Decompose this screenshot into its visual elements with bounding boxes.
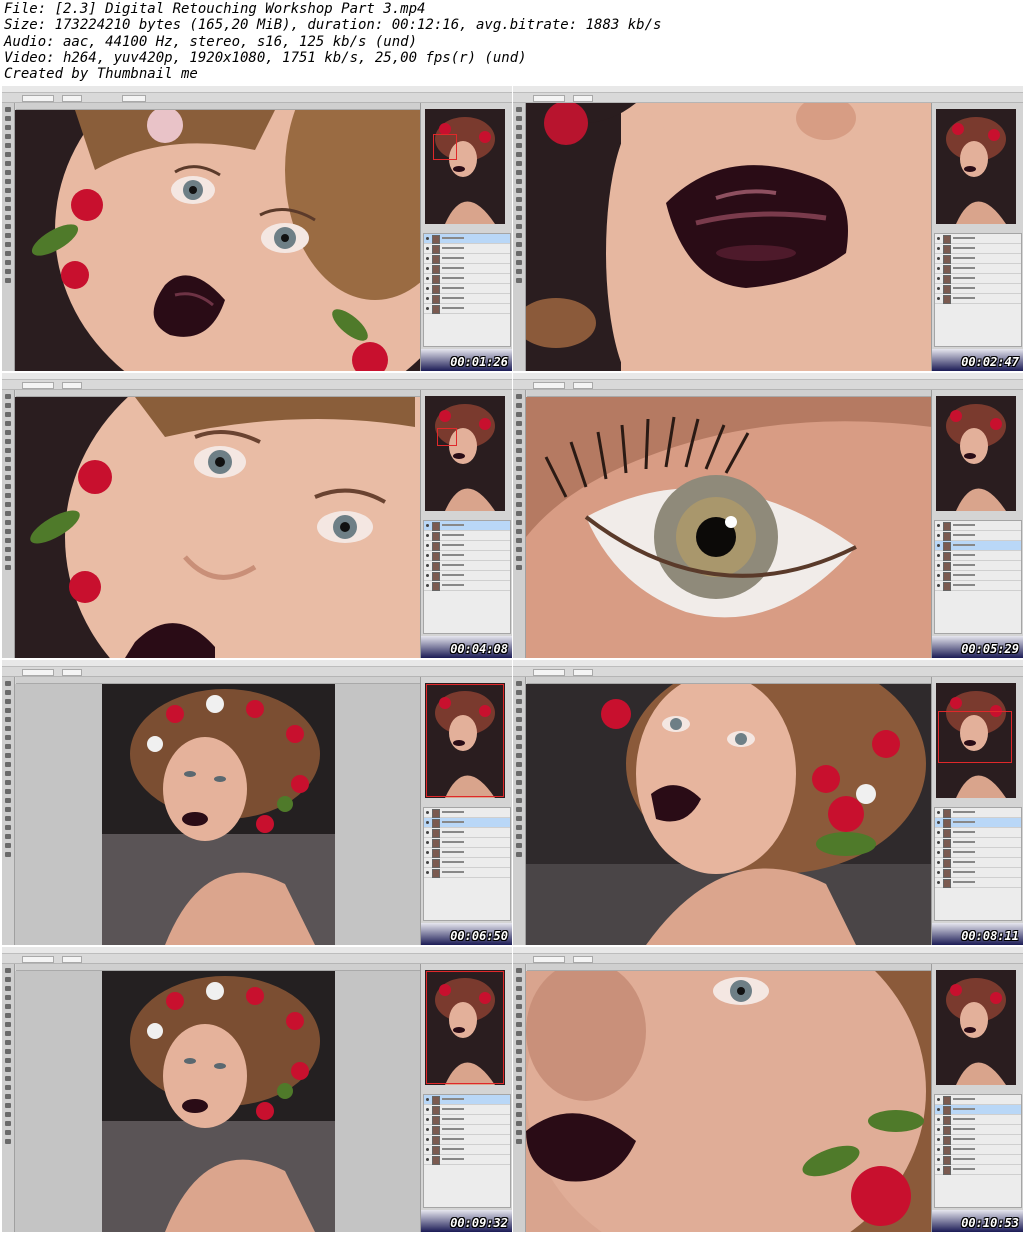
timestamp-label: 00:02:47 [961, 355, 1019, 369]
ps-right-panels [420, 390, 512, 658]
ps-menubar [513, 373, 1023, 380]
ps-options-bar [513, 667, 1023, 677]
ps-options-bar [2, 954, 512, 964]
audio-info-line: Audio: aac, 44100 Hz, stereo, s16, 125 k… [4, 34, 418, 50]
ps-canvas [526, 397, 931, 658]
full-portrait-image [15, 971, 420, 1232]
ps-canvas [526, 971, 931, 1232]
layers-panel [423, 233, 511, 347]
navigator-panel [936, 109, 1016, 224]
ps-canvas [15, 110, 420, 371]
navigator-panel [425, 683, 505, 798]
thumbnail-1[interactable]: 00:01:26 [2, 86, 512, 371]
ps-document-tab [16, 964, 420, 971]
ps-document-tab [16, 103, 420, 110]
ps-document-tab [527, 964, 931, 971]
navigator-panel [425, 970, 505, 1085]
layers-panel [423, 520, 511, 634]
timestamp-label: 00:04:08 [450, 642, 508, 656]
ps-menubar [2, 86, 512, 93]
thumbnail-2[interactable]: 00:02:47 [513, 86, 1023, 371]
file-name-line: File: [2.3] Digital Retouching Workshop … [4, 1, 426, 17]
layers-panel [934, 807, 1022, 921]
zoomed-portrait-image [526, 684, 931, 945]
navigator-panel [936, 683, 1016, 798]
layers-panel [423, 807, 511, 921]
ps-menubar [513, 947, 1023, 954]
ps-canvas [15, 684, 420, 945]
eye-macro-image [526, 397, 931, 658]
ps-options-bar [2, 667, 512, 677]
ps-menubar [513, 660, 1023, 667]
ps-toolbox [513, 103, 526, 371]
navigator-panel [936, 396, 1016, 511]
ps-document-tab [16, 677, 420, 684]
navigator-panel [425, 396, 505, 511]
thumbnail-7[interactable]: 00:09:32 [2, 947, 512, 1232]
face-closeup-image [15, 110, 420, 371]
ps-toolbox [2, 103, 15, 371]
ps-canvas [526, 684, 931, 945]
ps-right-panels [420, 677, 512, 945]
layers-panel [934, 1094, 1022, 1208]
file-size-line: Size: 173224210 bytes (165,20 MiB), dura… [4, 17, 662, 33]
ps-menubar [2, 660, 512, 667]
timestamp-label: 00:05:29 [961, 642, 1019, 656]
ps-document-tab [16, 390, 420, 397]
ps-toolbox [513, 390, 526, 658]
thumbnail-8[interactable]: 00:10:53 [513, 947, 1023, 1232]
ps-document-tab [527, 390, 931, 397]
eyes-nose-image [15, 397, 420, 658]
timestamp-label: 00:06:50 [450, 929, 508, 943]
ps-options-bar [513, 954, 1023, 964]
ps-options-bar [2, 380, 512, 390]
ps-menubar [2, 947, 512, 954]
ps-toolbox [2, 677, 15, 945]
created-by-line: Created by Thumbnail me [4, 66, 198, 82]
layers-panel [934, 233, 1022, 347]
file-info-header: File: [2.3] Digital Retouching Workshop … [0, 0, 1024, 84]
timestamp-label: 00:10:53 [961, 1216, 1019, 1230]
ps-options-bar [513, 380, 1023, 390]
ps-toolbox [513, 964, 526, 1232]
ps-right-panels [931, 390, 1023, 658]
thumbnail-grid: 00:01:26 00:02:47 00:04:08 00:05:29 00:0… [0, 84, 1024, 1233]
layers-panel [934, 520, 1022, 634]
navigator-panel [936, 970, 1016, 1085]
ps-right-panels [931, 964, 1023, 1232]
thumbnail-4[interactable]: 00:05:29 [513, 373, 1023, 658]
video-info-line: Video: h264, yuv420p, 1920x1080, 1751 kb… [4, 50, 527, 66]
ps-right-panels [420, 103, 512, 371]
ps-toolbox [2, 390, 15, 658]
ps-canvas [15, 971, 420, 1232]
timestamp-label: 00:08:11 [961, 929, 1019, 943]
ps-canvas [15, 397, 420, 658]
skin-texture-image [526, 971, 931, 1232]
lips-macro-image [526, 103, 931, 371]
ps-document-tab [527, 677, 931, 684]
ps-menubar [513, 86, 1023, 93]
ps-right-panels [931, 103, 1023, 371]
ps-options-bar [2, 93, 512, 103]
layers-panel [423, 1094, 511, 1208]
navigator-panel [425, 109, 505, 224]
ps-toolbox [513, 677, 526, 945]
thumbnail-3[interactable]: 00:04:08 [2, 373, 512, 658]
ps-menubar [2, 373, 512, 380]
ps-right-panels [420, 964, 512, 1232]
ps-canvas [526, 103, 931, 371]
ps-toolbox [2, 964, 15, 1232]
ps-options-bar [513, 93, 1023, 103]
timestamp-label: 00:09:32 [450, 1216, 508, 1230]
full-portrait-image [15, 684, 420, 945]
timestamp-label: 00:01:26 [450, 355, 508, 369]
thumbnail-5[interactable]: 00:06:50 [2, 660, 512, 945]
thumbnail-6[interactable]: 00:08:11 [513, 660, 1023, 945]
ps-right-panels [931, 677, 1023, 945]
